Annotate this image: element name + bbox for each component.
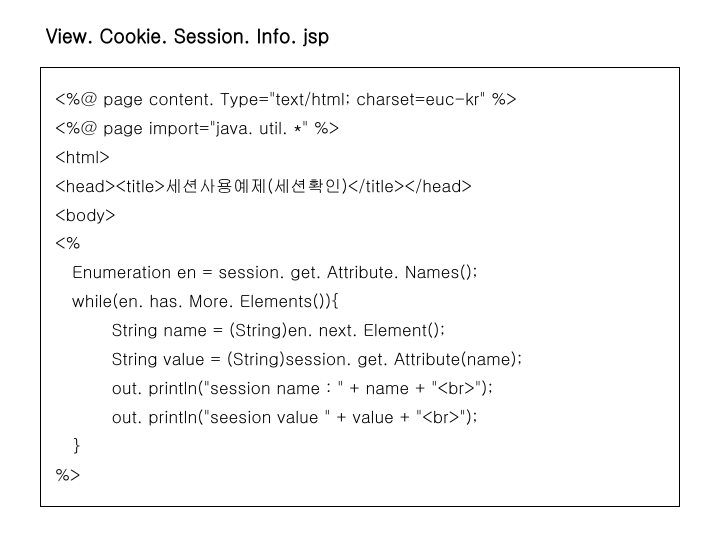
code-line: <%	[55, 230, 81, 254]
code-line: %>	[55, 462, 81, 486]
code-line: while(en. has. More. Elements()){	[55, 288, 340, 312]
code-line: String value = (String)session. get. Att…	[55, 346, 522, 370]
code-line: <html>	[55, 144, 110, 168]
slide: View. Cookie. Session. Info. jsp <%@ pag…	[0, 0, 720, 527]
code-line: Enumeration en = session. get. Attribute…	[55, 259, 478, 283]
code-line: <%@ page content. Type="text/html; chars…	[55, 86, 517, 110]
code-line: <head><title>세션사용예제(세션확인)</title></head>	[55, 173, 472, 197]
code-line: out. println("session name : " + name + …	[55, 375, 493, 399]
code-line: <%@ page import="java. util. *" %>	[55, 115, 339, 139]
code-line: out. println("seesion value " + value + …	[55, 404, 478, 428]
code-line: String name = (String)en. next. Element(…	[55, 317, 445, 341]
code-line: <body>	[55, 202, 116, 226]
code-block: <%@ page content. Type="text/html; chars…	[40, 67, 680, 507]
code-line: }	[55, 433, 80, 457]
slide-title: View. Cookie. Session. Info. jsp	[46, 22, 680, 49]
